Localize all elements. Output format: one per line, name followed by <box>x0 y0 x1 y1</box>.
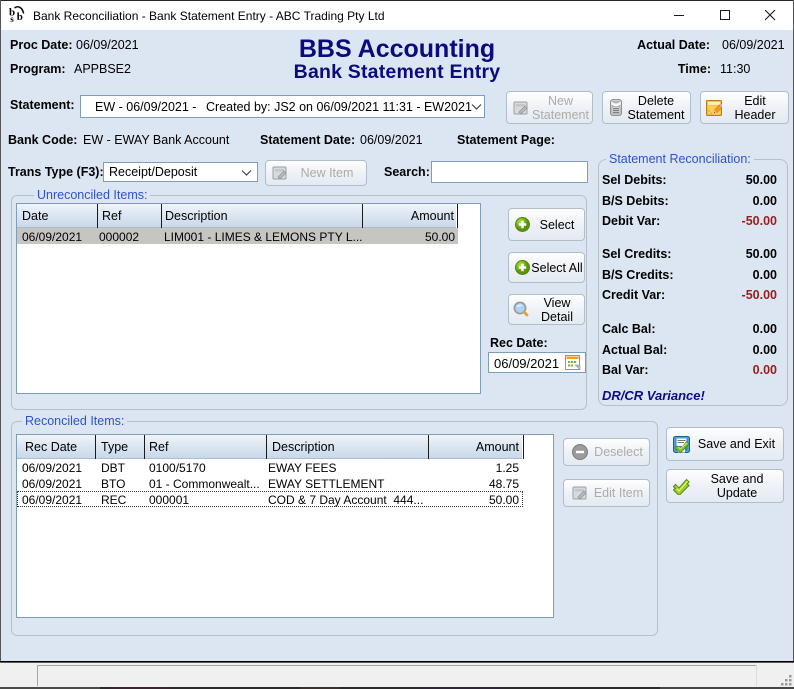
svg-text:b: b <box>17 11 23 23</box>
svg-text:s: s <box>10 14 14 23</box>
